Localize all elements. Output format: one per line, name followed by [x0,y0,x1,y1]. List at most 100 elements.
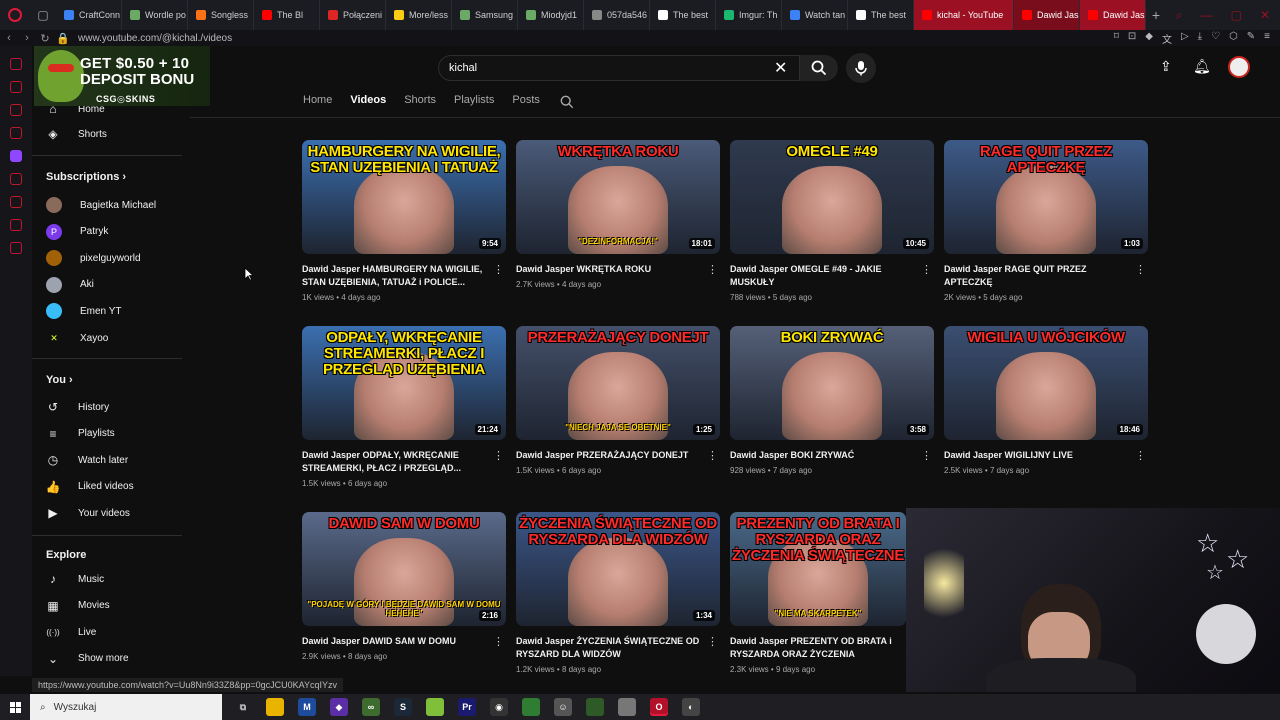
game-icon[interactable]: ∞ [362,698,380,716]
browser-tab[interactable]: Songless [188,0,254,30]
video-menu-icon[interactable]: ⋮ [1135,449,1146,462]
tab-home[interactable]: Home [303,94,332,109]
browser-tab[interactable]: CraftConn [56,0,122,30]
sidebar-item-liked-videos[interactable]: 👍 Liked videos [46,478,134,496]
video-title[interactable]: Dawid Jasper WKRĘTKA ROKU [516,263,720,276]
start-button[interactable] [0,701,30,713]
video-card[interactable]: PREZENTY OD BRATA I RYSZARDA ORAZ ŻYCZEN… [730,512,906,674]
video-card[interactable]: WKRĘTKA ROKU "DEZINFORMACJA!" 18:01 Dawid J… [516,140,720,289]
video-thumbnail[interactable]: ŻYCZENIA ŚWIĄTECZNE OD RYSZARDA DLA WIDZ… [516,512,720,626]
video-thumbnail[interactable]: PREZENTY OD BRATA I RYSZARDA ORAZ ŻYCZEN… [730,512,906,626]
video-menu-icon[interactable]: ⋮ [1135,263,1146,276]
video-card[interactable]: HAMBURGERY NA WIGILIE, STAN UZĘBIENIA I … [302,140,506,302]
opera-logo-icon[interactable] [0,0,30,30]
video-title[interactable]: Dawid Jasper ŻYCZENIA ŚWIĄTECZNE OD RYSZ… [516,635,720,661]
heart-icon[interactable]: ♡ [1211,31,1220,46]
sidebar-item-shorts[interactable]: ◈ Shorts [46,125,107,143]
video-card[interactable]: DAWID SAM W DOMU "POJADĘ W GÓRY I BĘDZIE … [302,512,506,661]
video-menu-icon[interactable]: ⋮ [921,449,932,462]
app-icon[interactable] [586,698,604,716]
video-menu-icon[interactable]: ⋮ [921,263,932,276]
video-title[interactable]: Dawid Jasper RAGE QUIT PRZEZ APTECZKĘ [944,263,1148,289]
browser-tab[interactable]: Miodyjd1 [518,0,584,30]
video-card[interactable]: ŻYCZENIA ŚWIĄTECZNE OD RYSZARDA DLA WIDZ… [516,512,720,674]
sidebar-item-live[interactable]: ((·)) Live [46,623,96,641]
browser-tab[interactable]: kichal - YouTube [914,0,1014,30]
translate-icon[interactable]: 文 [1162,31,1172,46]
sidebar-item-subscription[interactable]: Emen YT [46,302,122,320]
search-button[interactable] [800,55,838,81]
browser-tab[interactable]: More/less [386,0,452,30]
forward-button[interactable]: › [18,32,36,44]
video-menu-icon[interactable]: ⋮ [707,263,718,276]
close-window-button[interactable]: ✕ [1260,8,1270,23]
premiere-icon[interactable]: Pr [458,698,476,716]
sidebar-item-subscription[interactable]: Bagietka Michael [46,196,156,214]
video-thumbnail[interactable]: BOKI ZRYWAĆ 3:58 [730,326,934,440]
tab-videos[interactable]: Videos [350,94,386,109]
video-title[interactable]: Dawid Jasper ODPAŁY, WKRĘCANIE STREAMERK… [302,449,506,475]
opera-gx-icon[interactable] [10,58,22,70]
browser-tab[interactable]: Watch tan [782,0,848,30]
menu-icon[interactable]: ≡ [1264,31,1270,46]
opera-bag-icon[interactable] [10,81,22,93]
obs-icon[interactable]: ◉ [490,698,508,716]
tab-shorts[interactable]: Shorts [404,94,436,109]
twitch-icon[interactable] [10,150,22,162]
download-icon[interactable]: ⤓ [1198,31,1202,46]
opera-settings-icon[interactable] [10,242,22,254]
video-thumbnail[interactable]: WIGILIA U WÓJCIKÓW 18:46 [944,326,1148,440]
opera-gx-taskbar-icon[interactable]: O [650,698,668,716]
minecraft-icon[interactable] [522,698,540,716]
sidebar-item-subscription[interactable]: Aki [46,276,94,294]
browser-tab[interactable]: Samsung [452,0,518,30]
reload-icon[interactable]: ↻ [36,32,54,45]
video-title[interactable]: Dawid Jasper HAMBURGERY NA WIGILIE, STAN… [302,263,506,289]
video-title[interactable]: Dawid Jasper OMEGLE #49 - JAKIE MUSKUŁY [730,263,934,289]
maximize-button[interactable]: ▢ [1231,8,1242,23]
browser-tab[interactable]: The best [848,0,914,30]
minimize-button[interactable]: — [1201,8,1213,23]
browser-tab[interactable]: Dawid Jas [1014,0,1080,30]
bookmark-icon[interactable]: ⌑ [1114,31,1119,46]
snapshot-icon[interactable]: ⊡ [1128,31,1136,46]
notifications-bell-icon[interactable]: 🔔︎ [1193,58,1211,75]
browser-tab[interactable]: Połączeni [320,0,386,30]
subscriptions-heading[interactable]: Subscriptions › [46,171,126,183]
tab-posts[interactable]: Posts [512,94,540,109]
video-menu-icon[interactable]: ⋮ [493,635,504,648]
app-icon[interactable]: ◐ [682,698,700,716]
video-thumbnail[interactable]: ODPAŁY, WKRĘCANIE STREAMERKI, PŁACZ I PR… [302,326,506,440]
video-card[interactable]: BOKI ZRYWAĆ 3:58 Dawid Jasper BOKI ZRYWAĆ 9… [730,326,934,475]
new-tab-button[interactable]: + [1146,7,1166,23]
video-menu-icon[interactable]: ⋮ [707,449,718,462]
mail-icon[interactable]: M [298,698,316,716]
sidebar-item-your-videos[interactable]: ▶ Your videos [46,504,130,522]
steam-icon[interactable]: S [394,698,412,716]
search-input[interactable]: kichal [438,55,800,81]
sidebar-item-subscription[interactable]: pixelguyworld [46,249,141,267]
you-heading[interactable]: You › [46,374,73,386]
browser-tab[interactable]: Imgur: Th [716,0,782,30]
ai-icon[interactable]: ✎ [1247,31,1255,46]
opera-messenger-icon[interactable] [10,104,22,116]
voice-search-button[interactable] [846,53,876,83]
video-card[interactable]: PRZERAŻAJĄCY DONEJT "NIECH JAJA SE OBETNI… [516,326,720,475]
clear-search-icon[interactable]: ✕ [774,58,787,78]
video-title[interactable]: Dawid Jasper PREZENTY OD BRATA i RYSZARD… [730,635,906,661]
video-card[interactable]: WIGILIA U WÓJCIKÓW 18:46 Dawid Jasper WIGI… [944,326,1148,475]
video-thumbnail[interactable]: PRZERAŻAJĄCY DONEJT "NIECH JAJA SE OBETNI… [516,326,720,440]
back-button[interactable]: ‹ [0,32,18,44]
video-card[interactable]: RAGE QUIT PRZEZ APTECZKĘ 1:03 Dawid Jasper… [944,140,1148,302]
task-view-icon[interactable]: ⧉ [234,698,252,716]
search-tabs-icon[interactable]: ⌕ [1176,8,1183,23]
tab-playlists[interactable]: Playlists [454,94,494,109]
adblock-icon[interactable]: ◆ [1145,31,1153,46]
discord-icon[interactable]: ☺ [554,698,572,716]
browser-tab[interactable]: Wordle po [122,0,188,30]
video-title[interactable]: Dawid Jasper PRZERAŻAJĄCY DONEJT [516,449,720,462]
sidebar-item-watch-later[interactable]: ◷ Watch later [46,451,128,469]
ad-banner[interactable]: GET $0.50 + 10 DEPOSIT BONU CSG◎SKINS [34,46,210,106]
video-thumbnail[interactable]: WKRĘTKA ROKU "DEZINFORMACJA!" 18:01 [516,140,720,254]
video-thumbnail[interactable]: HAMBURGERY NA WIGILIE, STAN UZĘBIENIA I … [302,140,506,254]
